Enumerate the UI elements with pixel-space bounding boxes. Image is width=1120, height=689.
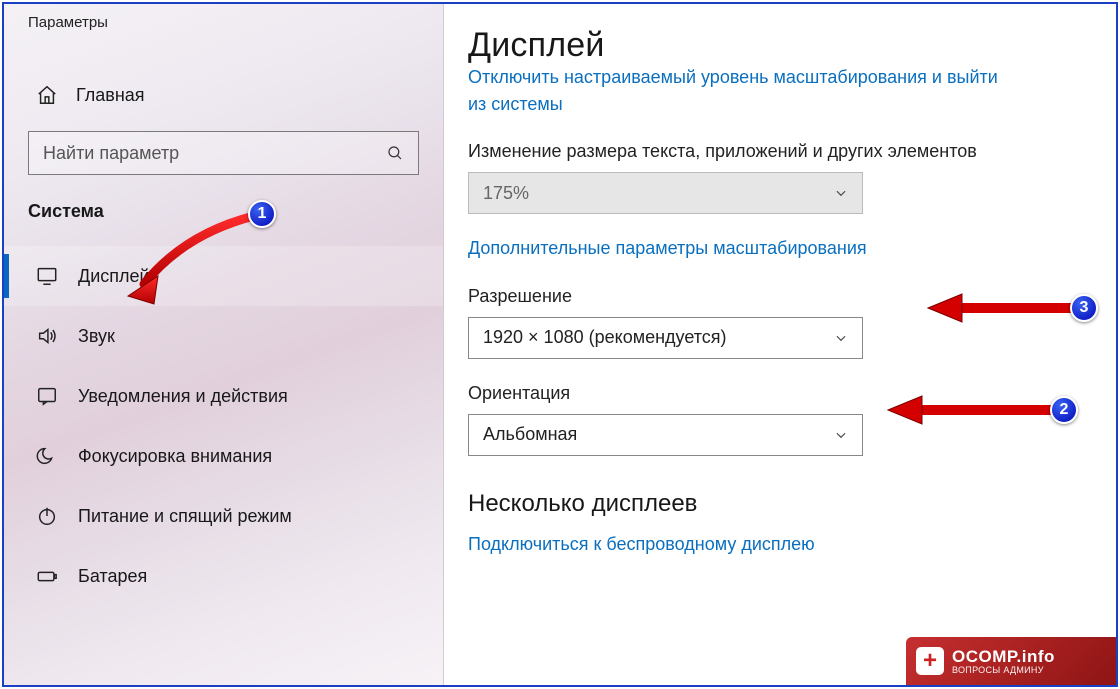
watermark: + OCOMP.info вопросы админу [906,637,1116,685]
sidebar-item-label: Батарея [78,566,147,587]
wireless-display-link[interactable]: Подключиться к беспроводному дисплею [468,532,815,557]
resolution-combobox[interactable]: 1920 × 1080 (рекомендуется) [468,317,863,359]
sidebar-home[interactable]: Главная [4,65,443,125]
battery-icon [36,565,58,587]
chevron-down-icon [834,428,848,442]
sidebar-item-focus[interactable]: Фокусировка внимания [4,426,443,486]
notifications-icon [36,385,58,407]
search-box[interactable] [28,131,419,175]
link-text-top: Отключить настраиваемый уровень масштаби… [468,65,998,90]
chevron-down-icon [834,186,848,200]
home-icon [36,84,58,106]
sidebar-item-label: Уведомления и действия [78,386,288,407]
orientation-combobox[interactable]: Альбомная [468,414,863,456]
scale-value: 175% [483,183,529,204]
orientation-value: Альбомная [483,424,577,445]
monitor-icon [36,265,58,287]
sidebar-item-notifications[interactable]: Уведомления и действия [4,366,443,426]
sidebar-section-title: Система [4,175,443,228]
search-icon [386,144,404,162]
sidebar-home-label: Главная [76,85,145,106]
advanced-scaling-link[interactable]: Дополнительные параметры масштабирования [468,236,867,261]
sidebar-item-label: Дисплей [78,266,150,287]
scale-combobox[interactable]: 175% [468,172,863,214]
page-title: Дисплей [468,26,1076,65]
sound-icon [36,325,58,347]
chevron-down-icon [834,331,848,345]
plus-icon: + [916,647,944,675]
scale-label: Изменение размера текста, приложений и д… [468,141,1076,162]
sidebar-nav: Дисплей Звук Уведомления и действия Фоку… [4,246,443,606]
resolution-value: 1920 × 1080 (рекомендуется) [483,327,727,348]
sidebar-item-battery[interactable]: Батарея [4,546,443,606]
search-input[interactable] [43,143,386,164]
watermark-main: OCOMP.info [952,648,1055,665]
app-title: Параметры [4,4,443,31]
sidebar-item-label: Фокусировка внимания [78,446,272,467]
sidebar-item-label: Звук [78,326,115,347]
sidebar-item-display[interactable]: Дисплей [4,246,443,306]
moon-icon [36,445,58,467]
watermark-sub: вопросы админу [952,665,1055,675]
main-content: Дисплей Отключить настраиваемый уровень … [444,4,1116,685]
sidebar-item-label: Питание и спящий режим [78,506,292,527]
sidebar-item-sound[interactable]: Звук [4,306,443,366]
multiple-displays-heading: Несколько дисплеев [468,490,1076,518]
orientation-label: Ориентация [468,383,1076,404]
sidebar: Параметры Главная Система Дисплей [4,4,444,685]
power-icon [36,505,58,527]
settings-window: Параметры Главная Система Дисплей [2,2,1118,687]
resolution-label: Разрешение [468,286,1076,307]
sidebar-item-power[interactable]: Питание и спящий режим [4,486,443,546]
link-text-bottom: из системы [468,94,563,114]
disable-custom-scaling-link[interactable]: Отключить настраиваемый уровень масштаби… [468,67,1076,117]
